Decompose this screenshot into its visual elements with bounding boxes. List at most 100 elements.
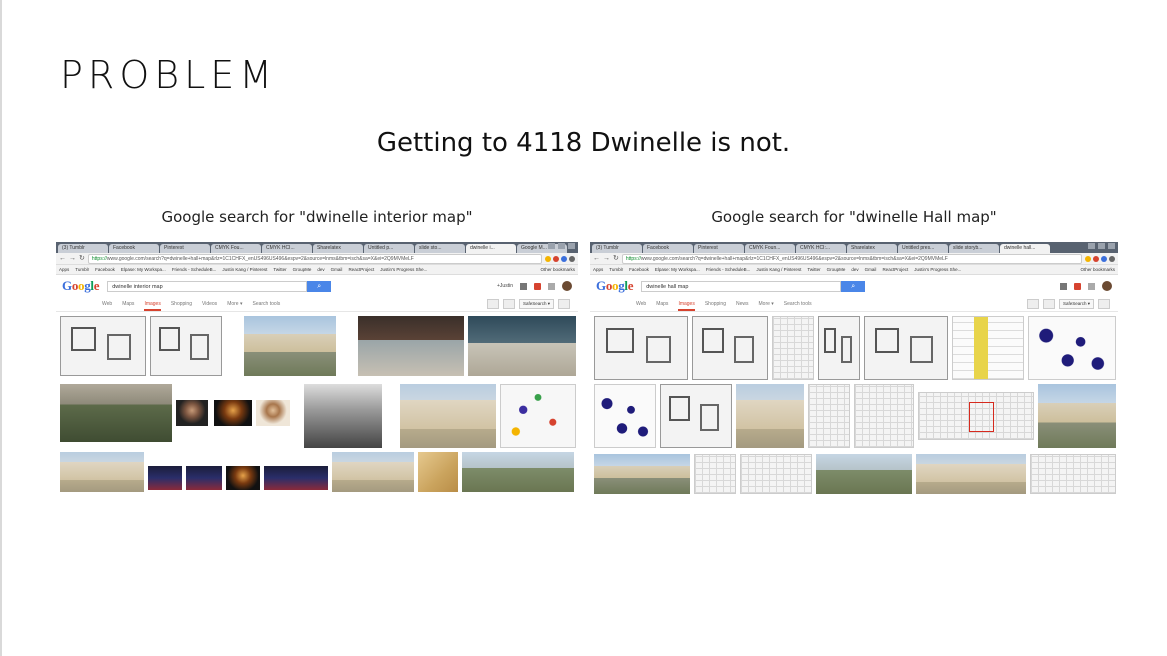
result-building-photo[interactable] xyxy=(244,316,336,376)
gear-icon[interactable] xyxy=(1098,299,1110,309)
result-floorplan[interactable] xyxy=(150,316,222,376)
user-link[interactable]: +Justin xyxy=(497,283,513,289)
bookmark-item[interactable]: Twitter xyxy=(273,267,286,272)
browser-tab-active[interactable]: dwinelle i... xyxy=(466,244,516,253)
browser-tab[interactable]: Sharelatex xyxy=(313,244,363,253)
browser-tab[interactable]: Pinterest xyxy=(160,244,210,253)
tab-maps[interactable]: Maps xyxy=(122,297,134,311)
search-input[interactable]: dwinelle interior map xyxy=(107,280,308,292)
tab-images[interactable]: Images xyxy=(144,297,161,311)
google-logo[interactable]: Google xyxy=(62,278,100,294)
person-icon[interactable] xyxy=(486,299,499,309)
bookmark-item[interactable]: Twitter xyxy=(807,267,820,272)
reload-icon[interactable]: ↻ xyxy=(613,255,619,262)
browser-tab[interactable]: (3) Tumblr xyxy=(592,244,642,253)
grid-icon[interactable] xyxy=(520,282,527,290)
tab-web[interactable]: Web xyxy=(102,297,112,311)
search-button[interactable]: ⌕ xyxy=(841,280,866,292)
url-field[interactable]: https://www.google.com/search?q=dwinelle… xyxy=(87,253,542,264)
extension-icon[interactable] xyxy=(561,255,567,262)
forward-arrow-icon[interactable]: → xyxy=(603,255,610,262)
person-icon[interactable] xyxy=(1026,299,1039,309)
safesearch-dropdown[interactable]: SafeSearch ▾ xyxy=(1058,299,1094,309)
star-icon[interactable] xyxy=(545,255,551,262)
browser-tab[interactable]: Untitled p... xyxy=(364,244,414,253)
bookmark-apps[interactable]: Apps xyxy=(593,267,603,272)
bookmark-item[interactable]: Facebook xyxy=(95,267,115,272)
bookmark-item[interactable]: GroupMe xyxy=(293,267,312,272)
result-floorplan[interactable] xyxy=(818,316,860,380)
tab-web[interactable]: Web xyxy=(636,297,646,311)
result-campus-map[interactable] xyxy=(1028,316,1116,380)
extension-icon[interactable] xyxy=(553,255,559,262)
bookmark-item[interactable]: Justin Kang / Pinterest xyxy=(222,267,267,272)
minimize-icon[interactable] xyxy=(548,243,555,249)
tab-shopping[interactable]: Shopping xyxy=(171,297,192,311)
bell-icon[interactable] xyxy=(534,282,541,290)
result-building-photo[interactable] xyxy=(400,384,496,448)
result-studio-photo[interactable] xyxy=(468,316,576,376)
result-street-map[interactable] xyxy=(740,454,812,494)
browser-tab[interactable]: Untitled pres... xyxy=(898,244,948,253)
extension-icon[interactable] xyxy=(1101,255,1107,262)
tab-maps[interactable]: Maps xyxy=(656,297,668,311)
result-street-map[interactable] xyxy=(854,384,914,448)
bookmark-item[interactable]: Justin's Progress She... xyxy=(914,267,961,272)
bookmark-item[interactable]: Elpase: My Workspa... xyxy=(655,267,700,272)
browser-tab[interactable]: Pinterest xyxy=(694,244,744,253)
result-building-photo[interactable] xyxy=(1038,384,1116,448)
browser-tab[interactable]: CMYK HCI:... xyxy=(796,244,846,253)
tab-shopping[interactable]: Shopping xyxy=(705,297,726,311)
tab-images[interactable]: Images xyxy=(678,297,695,311)
bookmark-item[interactable]: ReactProject xyxy=(882,267,908,272)
globe-icon[interactable] xyxy=(502,299,515,309)
result-building-photo[interactable] xyxy=(332,452,414,492)
result-floorplan[interactable] xyxy=(864,316,948,380)
tab-videos[interactable]: Videos xyxy=(202,297,217,311)
result-stage-photo[interactable] xyxy=(264,466,328,490)
result-building-photo[interactable] xyxy=(916,454,1026,494)
other-bookmarks[interactable]: Other bookmarks xyxy=(540,267,575,272)
result-building-photo[interactable] xyxy=(60,452,144,492)
result-campus-photo[interactable] xyxy=(60,384,172,442)
bookmark-item[interactable]: Friends - ScheduleB... xyxy=(706,267,751,272)
result-stage-photo[interactable] xyxy=(214,400,252,426)
back-arrow-icon[interactable]: ← xyxy=(593,255,600,262)
result-floorplan[interactable] xyxy=(660,384,732,448)
result-old-map[interactable] xyxy=(418,452,458,492)
tab-search-tools[interactable]: Search tools xyxy=(784,297,812,311)
other-bookmarks[interactable]: Other bookmarks xyxy=(1080,267,1115,272)
bookmark-item[interactable]: ReactProject xyxy=(348,267,374,272)
result-bw-photo[interactable] xyxy=(304,384,382,448)
result-campus-map[interactable] xyxy=(952,316,1024,380)
result-floorplan[interactable] xyxy=(60,316,146,376)
bookmark-item[interactable]: Friends - ScheduleB... xyxy=(172,267,217,272)
forward-arrow-icon[interactable]: → xyxy=(69,255,76,262)
avatar[interactable] xyxy=(1102,281,1112,291)
bookmark-item[interactable]: dev xyxy=(851,267,858,272)
result-aerial-photo[interactable] xyxy=(816,454,912,494)
bookmark-item[interactable]: Justin Kang / Pinterest xyxy=(756,267,801,272)
tab-more[interactable]: More ▾ xyxy=(759,297,774,311)
menu-icon[interactable] xyxy=(569,255,575,262)
browser-tab[interactable]: Sharelatex xyxy=(847,244,897,253)
result-stage-photo[interactable] xyxy=(226,466,260,490)
tab-search-tools[interactable]: Search tools xyxy=(252,297,280,311)
bookmark-item[interactable]: Tumblr xyxy=(609,267,623,272)
menu-icon[interactable] xyxy=(1109,255,1115,262)
bookmark-apps[interactable]: Apps xyxy=(59,267,69,272)
close-icon[interactable] xyxy=(568,243,575,249)
result-floorplan[interactable] xyxy=(692,316,768,380)
result-stage-photo[interactable] xyxy=(186,466,222,490)
bookmark-item[interactable]: Justin's Progress She... xyxy=(380,267,427,272)
browser-tab[interactable]: CMYK Fou... xyxy=(211,244,261,253)
safesearch-dropdown[interactable]: SafeSearch ▾ xyxy=(518,299,554,309)
result-street-map[interactable] xyxy=(694,454,736,494)
avatar[interactable] xyxy=(562,281,572,291)
bookmark-item[interactable]: dev xyxy=(317,267,324,272)
result-street-map[interactable] xyxy=(1030,454,1116,494)
star-icon[interactable] xyxy=(1085,255,1091,262)
browser-tab[interactable]: Facebook xyxy=(109,244,159,253)
share-icon[interactable] xyxy=(1088,282,1095,290)
maximize-icon[interactable] xyxy=(558,243,565,249)
